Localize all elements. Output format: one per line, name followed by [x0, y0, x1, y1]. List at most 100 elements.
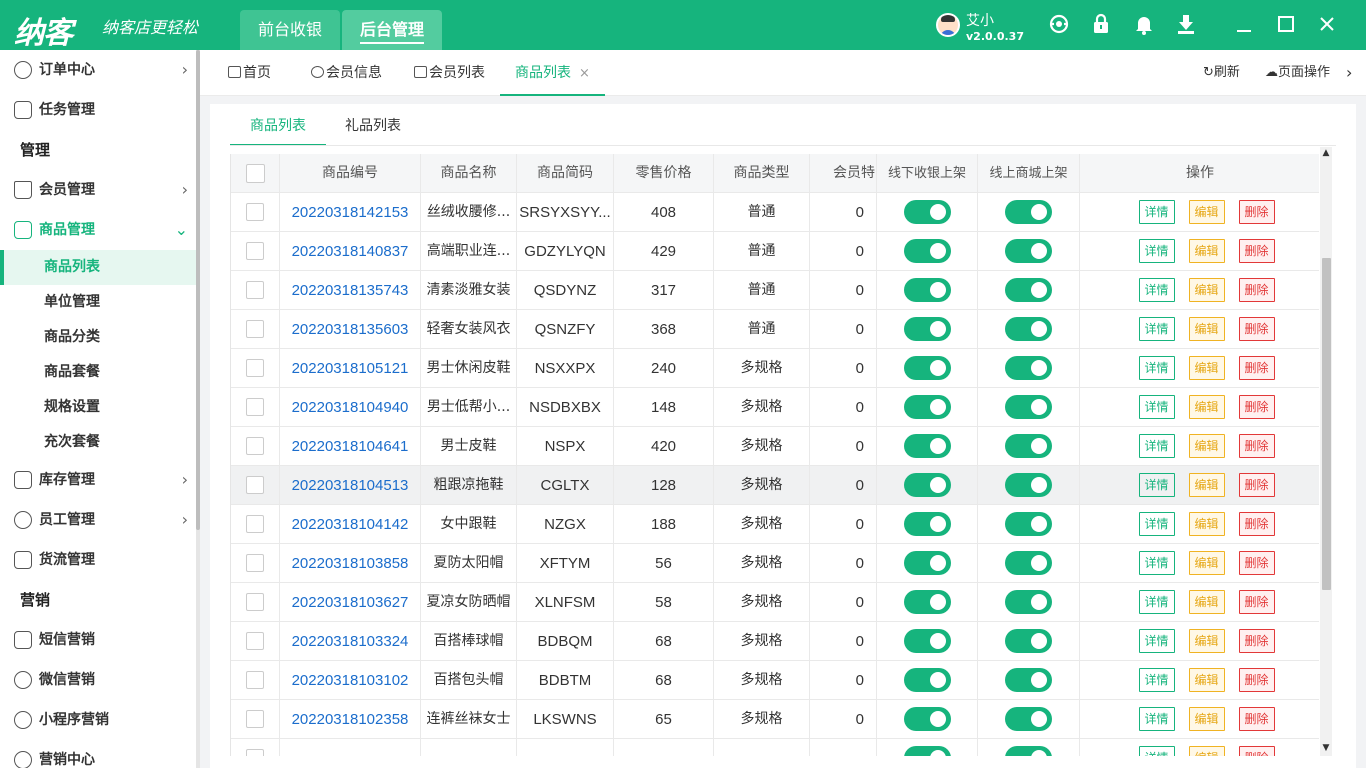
checkbox[interactable] [246, 242, 264, 260]
sidebar-item-staff-management[interactable]: 员工管理 › [0, 500, 196, 540]
online-shelf-toggle[interactable] [1005, 434, 1052, 458]
tab-member-list[interactable]: 会员列表 [414, 50, 485, 96]
offline-shelf-toggle[interactable] [903, 200, 951, 224]
checkbox[interactable] [246, 515, 264, 533]
offline-shelf-toggle[interactable] [903, 356, 951, 380]
nav-backend-management[interactable]: 后台管理 [342, 10, 443, 50]
product-code-link[interactable]: 20220318104142 [280, 505, 421, 544]
detail-button[interactable]: 详情 [1138, 746, 1175, 756]
delete-button[interactable]: 删除 [1238, 668, 1275, 692]
table-row[interactable]: 20220318103102 百搭包头帽 BDBTM 68 多规格 0 详情 编辑 删除 [231, 661, 1319, 700]
delete-button[interactable]: 删除 [1238, 473, 1275, 497]
table-row[interactable]: 20220318102358 连裤丝袜女士 LKSWNS 65 多规格 0 详情 编辑 删除 [231, 700, 1319, 739]
delete-button[interactable]: 删除 [1238, 434, 1275, 458]
offline-shelf-toggle[interactable] [903, 707, 951, 731]
bell-icon[interactable] [1131, 12, 1157, 38]
detail-button[interactable]: 详情 [1138, 239, 1175, 263]
online-shelf-toggle[interactable] [1005, 551, 1052, 575]
checkbox[interactable] [246, 593, 264, 611]
row-select[interactable] [231, 232, 280, 271]
detail-button[interactable]: 详情 [1138, 200, 1175, 224]
sidebar-subitem-product-package[interactable]: 商品套餐 [0, 355, 196, 390]
edit-button[interactable]: 编辑 [1188, 590, 1225, 614]
table-row[interactable]: 详情 编辑 删除 [231, 739, 1319, 756]
edit-button[interactable]: 编辑 [1188, 317, 1225, 341]
offline-shelf-toggle[interactable] [903, 395, 951, 419]
offline-shelf-toggle[interactable] [903, 473, 951, 497]
detail-button[interactable]: 详情 [1138, 434, 1175, 458]
product-code-link[interactable]: 20220318103102 [280, 661, 421, 700]
delete-button[interactable]: 删除 [1238, 395, 1275, 419]
row-select[interactable] [231, 271, 280, 310]
tab-product-list[interactable]: 商品列表 × [500, 50, 605, 96]
sidebar-item-sms-marketing[interactable]: 短信营销 [0, 620, 196, 660]
edit-button[interactable]: 编辑 [1188, 278, 1225, 302]
delete-button[interactable]: 删除 [1238, 356, 1275, 380]
delete-button[interactable]: 删除 [1238, 278, 1275, 302]
online-shelf-toggle[interactable] [1005, 356, 1052, 380]
row-select[interactable] [231, 349, 280, 388]
detail-button[interactable]: 详情 [1138, 473, 1175, 497]
edit-button[interactable]: 编辑 [1188, 668, 1225, 692]
close-icon[interactable]: × [579, 66, 590, 81]
delete-button[interactable]: 删除 [1238, 746, 1275, 756]
subtab-product-list[interactable]: 商品列表 [230, 104, 326, 146]
edit-button[interactable]: 编辑 [1188, 473, 1225, 497]
delete-button[interactable]: 删除 [1238, 629, 1275, 653]
edit-button[interactable]: 编辑 [1188, 356, 1225, 380]
detail-button[interactable]: 详情 [1138, 395, 1175, 419]
table-row[interactable]: 20220318104513 粗跟凉拖鞋 CGLTX 128 多规格 0 详情 编辑 删除 [231, 466, 1319, 505]
delete-button[interactable]: 删除 [1238, 590, 1275, 614]
table-row[interactable]: 20220318104142 女中跟鞋 NZGX 188 多规格 0 详情 编辑 删除 [231, 505, 1319, 544]
checkbox[interactable] [246, 749, 264, 756]
sidebar-item-miniprogram-marketing[interactable]: 小程序营销 [0, 700, 196, 740]
row-select[interactable] [231, 505, 280, 544]
sidebar-item-order-center[interactable]: 订单中心 › [0, 50, 196, 90]
sidebar-item-wechat-marketing[interactable]: 微信营销 [0, 660, 196, 700]
detail-button[interactable]: 详情 [1138, 707, 1175, 731]
delete-button[interactable]: 删除 [1238, 200, 1275, 224]
support-icon[interactable] [1046, 12, 1072, 38]
checkbox[interactable] [246, 671, 264, 689]
row-select[interactable] [231, 388, 280, 427]
sidebar-subitem-spec-settings[interactable]: 规格设置 [0, 390, 196, 425]
product-code-link[interactable]: 20220318140837 [280, 232, 421, 271]
table-scrollbar-thumb[interactable] [1322, 258, 1331, 590]
lock-icon[interactable] [1088, 12, 1114, 38]
checkbox[interactable] [246, 281, 264, 299]
nav-front-cashier[interactable]: 前台收银 [240, 10, 341, 50]
offline-shelf-toggle[interactable] [903, 278, 951, 302]
online-shelf-toggle[interactable] [1005, 239, 1052, 263]
sidebar-subitem-unit-management[interactable]: 单位管理 [0, 285, 196, 320]
checkbox[interactable] [246, 203, 264, 221]
delete-button[interactable]: 删除 [1238, 551, 1275, 575]
row-select[interactable] [231, 661, 280, 700]
download-icon[interactable] [1173, 12, 1199, 38]
online-shelf-toggle[interactable] [1005, 512, 1052, 536]
sidebar-subitem-product-list[interactable]: 商品列表 [0, 250, 196, 285]
product-code-link[interactable]: 20220318104513 [280, 466, 421, 505]
offline-shelf-toggle[interactable] [903, 746, 951, 756]
sidebar-item-member-management[interactable]: 会员管理 › [0, 170, 196, 210]
offline-shelf-toggle[interactable] [903, 629, 951, 653]
online-shelf-toggle[interactable] [1005, 668, 1052, 692]
maximize-icon[interactable] [1273, 12, 1299, 38]
product-code-link[interactable]: 20220318135743 [280, 271, 421, 310]
checkbox[interactable] [246, 398, 264, 416]
delete-button[interactable]: 删除 [1238, 317, 1275, 341]
page-operations-button[interactable]: ☁页面操作 [1265, 50, 1330, 96]
sidebar-subitem-recharge-package[interactable]: 充次套餐 [0, 425, 196, 460]
edit-button[interactable]: 编辑 [1188, 512, 1225, 536]
edit-button[interactable]: 编辑 [1188, 629, 1225, 653]
row-select[interactable] [231, 622, 280, 661]
row-select[interactable] [231, 544, 280, 583]
detail-button[interactable]: 详情 [1138, 590, 1175, 614]
edit-button[interactable]: 编辑 [1188, 746, 1225, 756]
table-row[interactable]: 20220318105121 男士休闲皮鞋 NSXXPX 240 多规格 0 详情 编辑 删除 [231, 349, 1319, 388]
sidebar-item-inventory-management[interactable]: 库存管理 › [0, 460, 196, 500]
online-shelf-toggle[interactable] [1005, 278, 1052, 302]
row-select[interactable] [231, 427, 280, 466]
delete-button[interactable]: 删除 [1238, 707, 1275, 731]
scroll-up-icon[interactable]: ▲ [1320, 147, 1332, 159]
online-shelf-toggle[interactable] [1005, 707, 1052, 731]
